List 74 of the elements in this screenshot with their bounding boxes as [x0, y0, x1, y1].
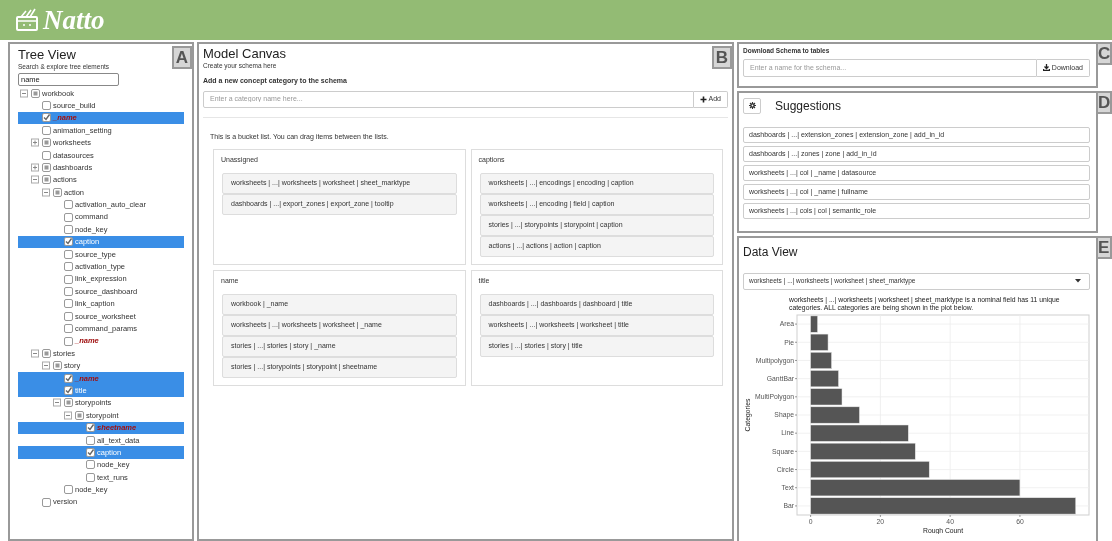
- partial-checkbox[interactable]: [31, 88, 40, 98]
- settings-icon: [748, 102, 756, 110]
- collapse-icon[interactable]: [20, 88, 29, 98]
- partial-checkbox[interactable]: [53, 187, 62, 197]
- checkbox[interactable]: [64, 286, 73, 296]
- checkbox[interactable]: [86, 423, 95, 433]
- collapse-icon[interactable]: [53, 398, 62, 408]
- partial-checkbox[interactable]: [42, 175, 51, 185]
- tick-mark: [794, 341, 798, 343]
- tick-mark: [794, 359, 798, 361]
- caret-icon: [1075, 279, 1081, 284]
- collapse-icon[interactable]: [42, 187, 51, 197]
- collapse-icon[interactable]: [31, 348, 40, 358]
- checkbox[interactable]: [64, 386, 73, 396]
- tick-mark: [810, 514, 811, 518]
- tick-mark: [794, 432, 798, 434]
- checkbox[interactable]: [64, 485, 73, 495]
- panel-title: Model Canvas: [203, 46, 287, 62]
- panel-letter: C: [1098, 42, 1112, 65]
- checkbox[interactable]: [42, 101, 51, 111]
- panel-letter: E: [1098, 235, 1112, 259]
- checkbox[interactable]: [42, 497, 51, 507]
- partial-checkbox[interactable]: [42, 163, 51, 173]
- logo-text: Natto: [43, 6, 105, 34]
- tick-mark: [794, 323, 798, 325]
- checkbox[interactable]: [64, 200, 73, 210]
- partial-checkbox[interactable]: [75, 410, 84, 420]
- tick-mark: [949, 514, 951, 518]
- plus-icon: [699, 95, 707, 103]
- panel-letter: D: [1098, 90, 1112, 114]
- tick-mark: [794, 505, 798, 506]
- expand-icon[interactable]: [31, 163, 40, 173]
- checkbox[interactable]: [64, 311, 73, 321]
- checkbox[interactable]: [42, 150, 51, 160]
- checkbox[interactable]: [86, 435, 95, 445]
- food-box-logo-icon: [14, 7, 40, 33]
- panel-letter: B: [712, 46, 732, 69]
- checkbox[interactable]: [86, 448, 95, 457]
- checkbox[interactable]: [64, 237, 73, 247]
- panel-title: Data View: [743, 243, 799, 261]
- checkbox[interactable]: [64, 274, 73, 284]
- tick-mark: [794, 396, 798, 397]
- tick-mark: [794, 450, 798, 452]
- partial-checkbox[interactable]: [42, 138, 51, 148]
- checkbox[interactable]: [64, 299, 73, 309]
- tick-mark: [880, 514, 881, 518]
- checkbox[interactable]: [64, 225, 73, 234]
- checkbox[interactable]: [42, 125, 51, 135]
- tick-mark: [794, 469, 798, 470]
- checkbox[interactable]: [42, 113, 51, 123]
- checkbox[interactable]: [64, 249, 73, 259]
- checkbox[interactable]: [64, 212, 73, 222]
- checkbox[interactable]: [64, 324, 73, 334]
- collapse-icon[interactable]: [64, 410, 73, 420]
- panel-title: Suggestions: [775, 97, 842, 115]
- settings-button[interactable]: [743, 97, 761, 114]
- download-icon: [1042, 64, 1050, 72]
- tick-mark: [794, 487, 798, 488]
- partial-checkbox[interactable]: [64, 398, 73, 408]
- checkbox[interactable]: [86, 460, 95, 470]
- checkbox[interactable]: [64, 262, 73, 272]
- expand-icon[interactable]: [31, 138, 40, 148]
- partial-checkbox[interactable]: [53, 361, 62, 371]
- checkbox[interactable]: [64, 336, 73, 346]
- checkbox[interactable]: [86, 472, 95, 482]
- collapse-icon[interactable]: [31, 175, 40, 185]
- partial-checkbox[interactable]: [42, 348, 51, 358]
- panel-letter: A: [172, 46, 192, 69]
- checkbox[interactable]: [64, 373, 73, 383]
- collapse-icon[interactable]: [42, 361, 51, 371]
- tick-mark: [794, 414, 798, 416]
- panel-title: Tree View: [18, 47, 76, 63]
- tick-mark: [1019, 514, 1021, 518]
- tick-mark: [794, 378, 798, 379]
